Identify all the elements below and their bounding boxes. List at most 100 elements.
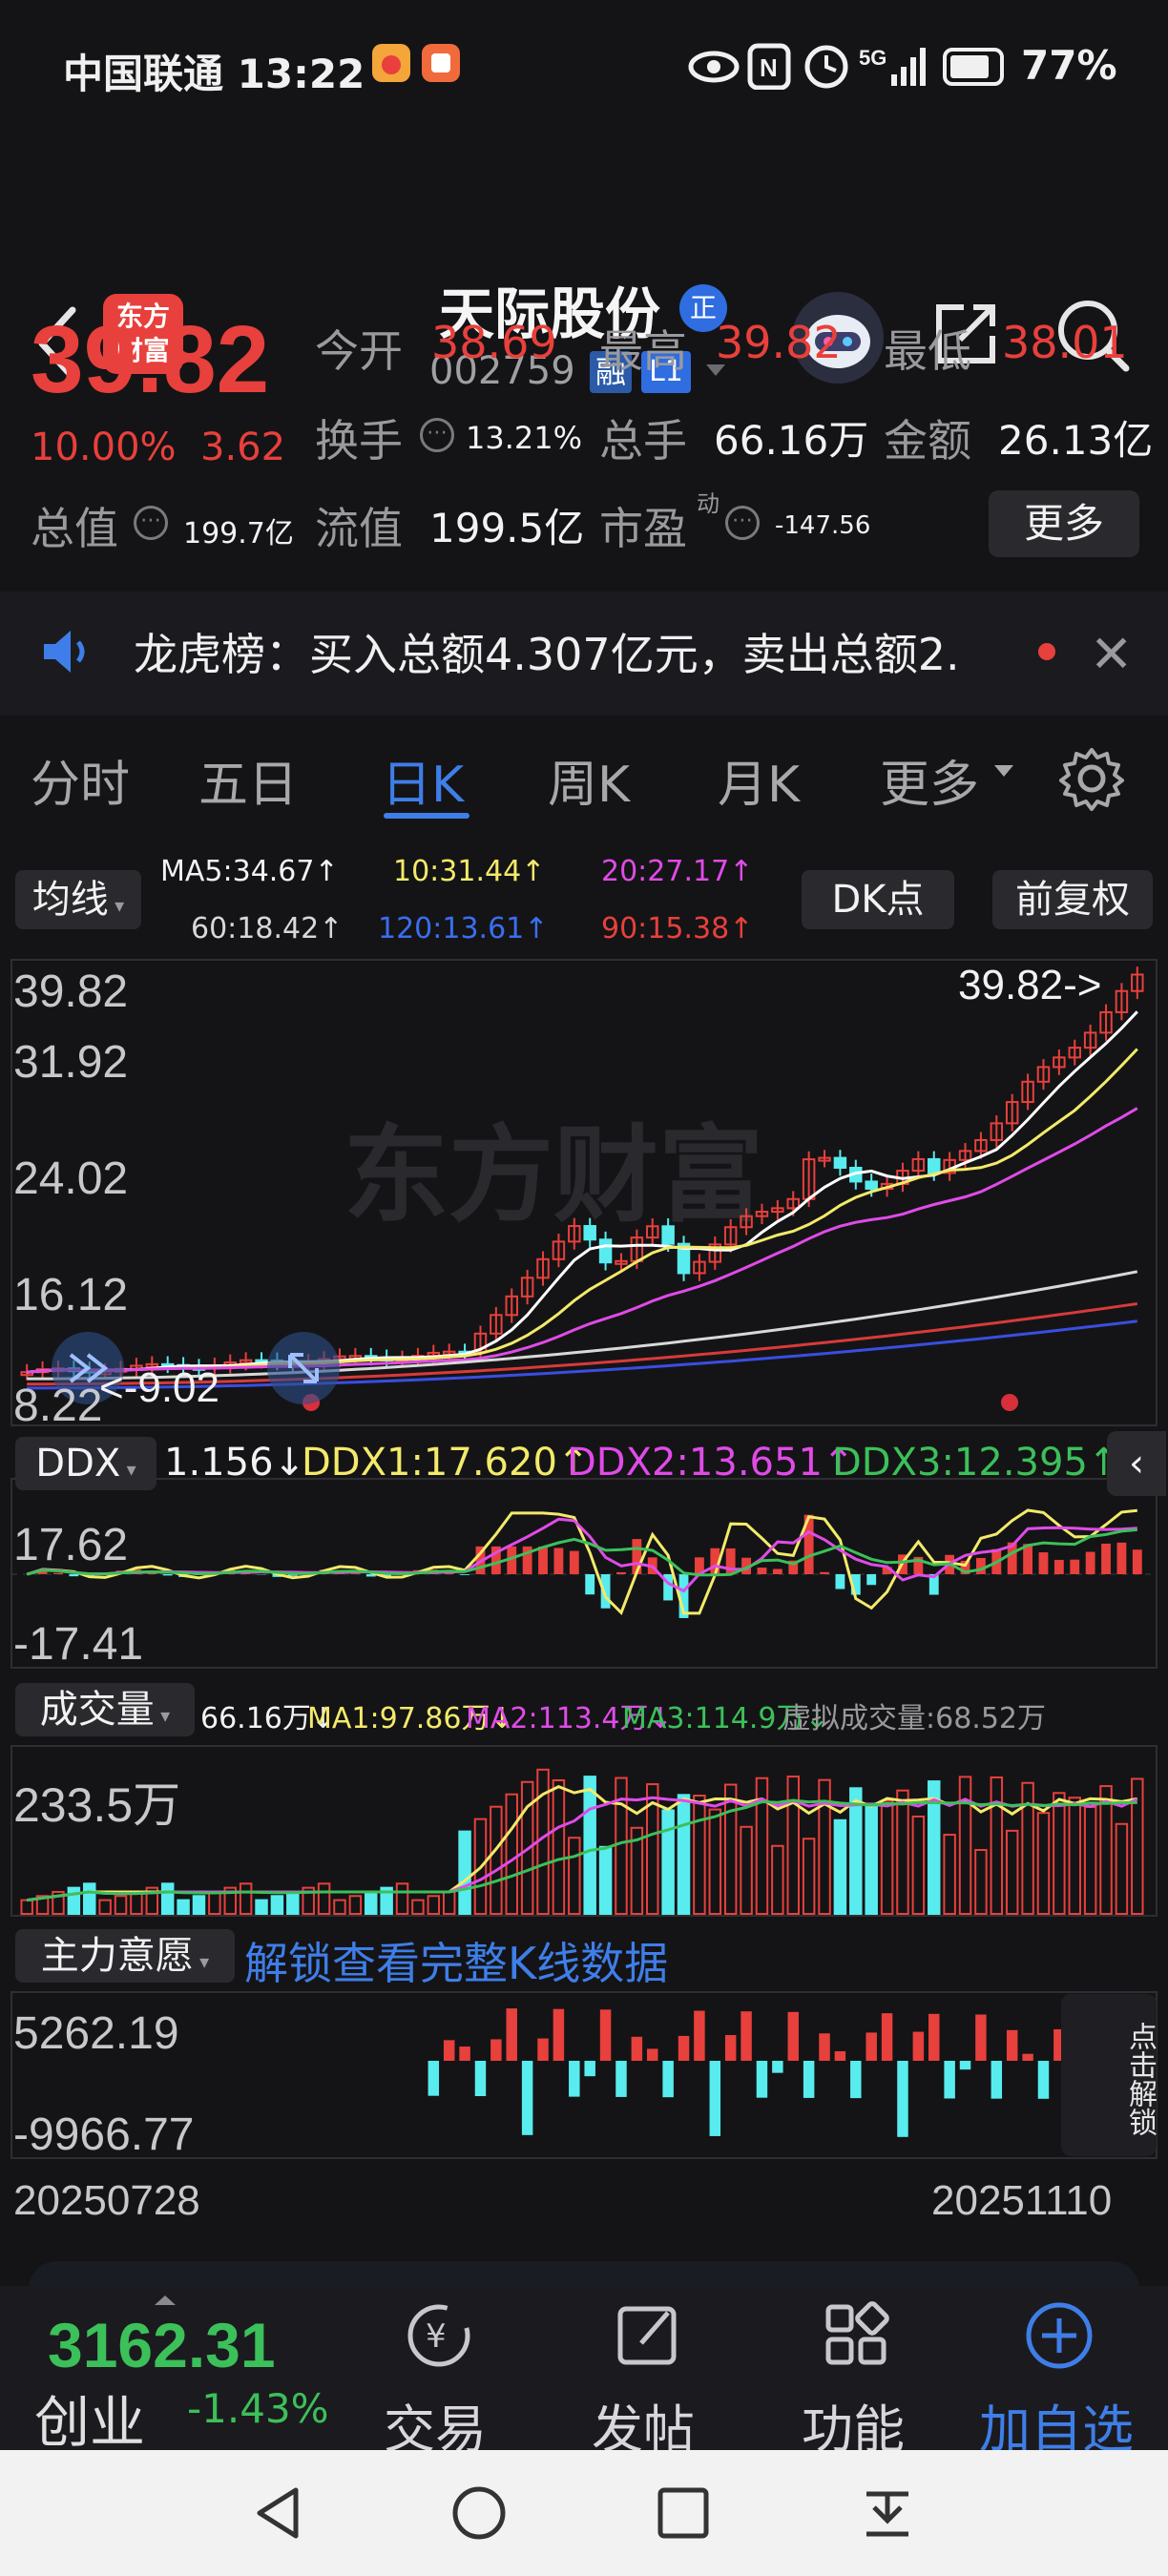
intent-bar <box>709 2061 721 2136</box>
volume-bar <box>865 1802 878 1915</box>
volume-label: 总手 <box>599 415 687 467</box>
ddx-bar <box>772 1568 782 1574</box>
index-name[interactable]: 创业 <box>34 2378 145 2458</box>
tab-intraday[interactable]: 分时 <box>31 744 130 816</box>
intent-bar <box>928 2013 940 2061</box>
intent-bar <box>678 2035 690 2061</box>
change-amount: 3.62 <box>200 426 286 469</box>
candle <box>928 1157 941 1174</box>
status-bar: 中国联通 13:22 N 5G 77% <box>0 0 1168 134</box>
nav-dropdown-icon[interactable] <box>861 2486 914 2540</box>
open-label: 今开 <box>315 325 403 377</box>
news-text[interactable]: 龙虎榜：买入总额4.307亿元，卖出总额2. <box>134 620 1012 683</box>
candle <box>833 1156 847 1169</box>
intent-bar <box>490 2039 502 2061</box>
intent-bar <box>975 2014 987 2061</box>
ddx-bar <box>53 1572 63 1574</box>
volume-bar <box>1115 1822 1129 1915</box>
volume-bar <box>1083 1805 1097 1915</box>
svg-text:N: N <box>760 53 778 82</box>
intent-bar <box>850 2061 862 2099</box>
intent-bar <box>459 2046 470 2061</box>
volume-bar <box>583 1776 596 1915</box>
dk-point-label: DK点 <box>831 878 925 922</box>
close-icon[interactable]: ✕ <box>1090 624 1133 684</box>
volume-bar <box>255 1899 268 1915</box>
pe-dynamic-sup: 动 <box>697 490 720 517</box>
ddx-bar <box>1116 1542 1127 1574</box>
volume-label: 成交量 <box>39 1688 155 1732</box>
tab-more[interactable]: 更多 <box>880 744 979 816</box>
marker-dot <box>1001 1394 1018 1411</box>
active-tab-indicator <box>384 813 469 819</box>
turnover-label: 换手 <box>315 415 403 467</box>
adjust-button[interactable]: 前复权 <box>992 870 1153 929</box>
speaker-icon <box>44 631 85 673</box>
volume-bar <box>740 1825 753 1915</box>
info-icon[interactable]: ⋯ <box>134 506 168 540</box>
volume-bar <box>208 1890 221 1916</box>
ma-toggle-label: 均线 <box>31 878 109 922</box>
nav-back-icon[interactable] <box>250 2484 307 2542</box>
ddx2-value: DDX2:13.651↑ <box>567 1441 855 1485</box>
ma60-value: 60:18.42↑ <box>191 912 344 945</box>
svg-text:5G: 5G <box>859 46 886 70</box>
tab-weekly-k[interactable]: 周K <box>548 744 630 816</box>
intent-bar <box>553 2008 565 2061</box>
ma10-value: 10:31.44↑ <box>393 855 546 888</box>
tab-five-day[interactable]: 五日 <box>198 744 298 816</box>
info-icon[interactable]: ⋯ <box>725 506 760 540</box>
volume-bar <box>395 1882 409 1916</box>
volume-bar <box>442 1890 456 1916</box>
ddx-bar <box>569 1550 579 1574</box>
ddx-bar <box>460 1574 469 1575</box>
ddx-bar <box>585 1574 595 1595</box>
dk-point-button[interactable]: DK点 <box>802 870 954 929</box>
adjust-label: 前复权 <box>1015 878 1130 922</box>
volume-bar <box>708 1808 722 1915</box>
collapse-side-icon[interactable]: ‹ <box>1107 1431 1166 1496</box>
y-label: 8.22 <box>13 1381 103 1431</box>
tab-monthly-k[interactable]: 月K <box>718 744 800 816</box>
intent-bar <box>740 2011 752 2061</box>
intent-bar <box>1037 2061 1050 2099</box>
low-label: 最低 <box>884 325 971 377</box>
volume-bar <box>849 1787 863 1916</box>
volume-bar <box>723 1783 738 1915</box>
more-button[interactable]: 更多 <box>989 490 1139 557</box>
intent-label: 主力意愿 <box>40 1934 194 1978</box>
low-price-tag: <-9.02 <box>99 1364 219 1411</box>
intent-bar <box>1022 2053 1033 2061</box>
ddx1-line <box>26 1508 1137 1615</box>
tab-daily-k[interactable]: 日K <box>382 744 464 816</box>
intent-bar <box>506 2008 517 2061</box>
volume-bar <box>192 1895 206 1916</box>
volume-bar <box>160 1882 175 1916</box>
intent-bar <box>897 2061 908 2137</box>
pe-value: -147.56 <box>775 511 871 540</box>
intent-bar <box>428 2061 440 2096</box>
volume-selector[interactable]: 成交量 ▾ <box>15 1683 195 1736</box>
intent-selector[interactable]: 主力意愿 ▾ <box>15 1929 235 1983</box>
stock-header: 东方 财富 天际股份 正 002759 融 L1 <box>0 134 1168 393</box>
volume-bars <box>20 1768 1144 1916</box>
volume-bar <box>693 1795 706 1915</box>
ddx-selector[interactable]: DDX ▾ <box>15 1437 156 1490</box>
unlock-kline-link[interactable]: 解锁查看完整K线数据 <box>244 1929 668 1992</box>
index-value[interactable]: 3162.31 <box>48 2309 276 2381</box>
ddx-bar <box>616 1571 626 1574</box>
gear-icon[interactable] <box>1057 744 1126 813</box>
ddx-label: DDX <box>35 1442 121 1485</box>
system-icons: N 5G <box>688 43 1004 90</box>
ddx1-value: DDX1:17.620↑ <box>302 1441 590 1485</box>
info-icon[interactable]: ⋯ <box>420 418 454 452</box>
nav-home-icon[interactable] <box>450 2484 508 2542</box>
intent-bar <box>474 2061 487 2097</box>
click-unlock-button[interactable]: 点击解锁 <box>1061 1994 1157 2156</box>
pe-label: 市盈 <box>599 503 687 554</box>
ma-toggle[interactable]: 均线 ▾ <box>15 870 141 929</box>
notification-icons <box>372 44 460 82</box>
nav-recents-icon[interactable] <box>657 2486 710 2540</box>
volume-bar <box>270 1895 284 1916</box>
intent-bar <box>959 2061 971 2070</box>
